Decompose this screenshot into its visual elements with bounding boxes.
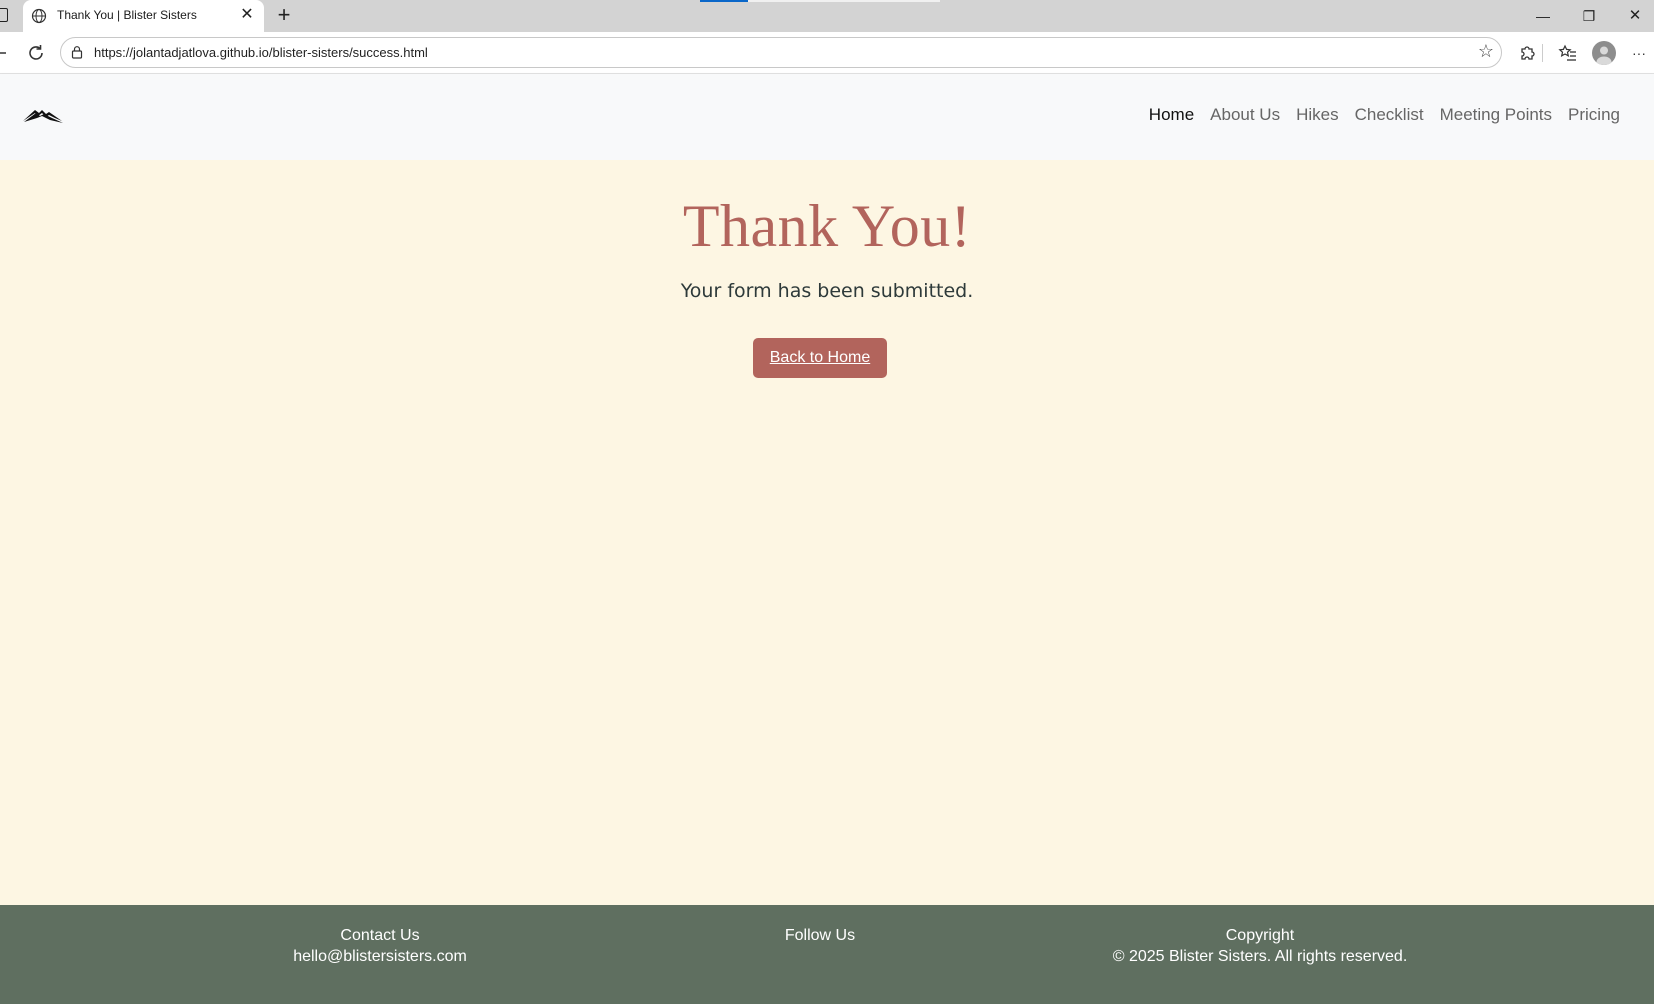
nav-about-us[interactable]: About Us [1210,105,1280,125]
follow-heading: Follow Us [784,927,856,944]
plus-icon[interactable]: + [272,4,296,28]
browser-tab[interactable]: Thank You | Blister Sisters ✕ [23,0,264,32]
back-to-home-button[interactable]: Back to Home [753,338,887,378]
refresh-icon[interactable] [24,41,48,65]
loading-track [748,0,940,2]
footer-contact: Contact Us hello@blistersisters.com [160,925,600,967]
footer-follow: Follow Us [600,925,1040,946]
favorites-icon[interactable] [1556,41,1580,65]
browser-tab-bar: Thank You | Blister Sisters ✕ + — ❐ ✕ [0,0,1654,32]
browser-toolbar: https://jolantadjatlova.github.io/bliste… [0,32,1654,74]
nav-checklist[interactable]: Checklist [1355,105,1424,125]
globe-icon [31,8,47,24]
address-bar[interactable]: https://jolantadjatlova.github.io/bliste… [60,37,1502,68]
page-title: Thank You! [682,193,972,259]
minimize-icon[interactable]: — [1520,0,1566,32]
main-nav: Home About Us Hikes Checklist Meeting Po… [1149,105,1620,125]
site-header: Home About Us Hikes Checklist Meeting Po… [0,74,1654,160]
profile-icon[interactable] [1592,41,1616,65]
footer-copyright: Copyright © 2025 Blister Sisters. All ri… [1040,925,1480,967]
main-content: Thank You! Your form has been submitted.… [0,160,1654,905]
close-window-icon[interactable]: ✕ [1612,0,1654,32]
toolbar-divider [1542,44,1543,62]
site-footer: Contact Us hello@blistersisters.com Foll… [0,905,1654,1004]
nav-home[interactable]: Home [1149,105,1194,125]
back-icon[interactable] [0,41,14,65]
mountain-logo[interactable] [22,104,66,126]
nav-pricing[interactable]: Pricing [1568,105,1620,125]
loading-indicator [700,0,748,2]
sidebar-toggle-icon[interactable] [0,8,8,22]
tab-title: Thank You | Blister Sisters [57,8,197,22]
success-message: Your form has been submitted. [680,280,974,302]
lock-icon[interactable] [70,45,84,59]
restore-icon[interactable]: ❐ [1566,0,1612,32]
contact-heading: Contact Us [340,927,420,944]
copyright-heading: Copyright [1225,927,1295,944]
nav-hikes[interactable]: Hikes [1296,105,1339,125]
more-icon[interactable]: ··· [1627,41,1651,65]
star-icon[interactable]: ☆ [1478,41,1494,62]
extensions-icon[interactable] [1515,41,1539,65]
nav-meeting-points[interactable]: Meeting Points [1440,105,1552,125]
url-text[interactable]: https://jolantadjatlova.github.io/bliste… [94,45,428,60]
close-icon[interactable]: ✕ [238,6,256,24]
copyright-text: © 2025 Blister Sisters. All rights reser… [1112,948,1408,965]
contact-email[interactable]: hello@blistersisters.com [160,946,600,967]
